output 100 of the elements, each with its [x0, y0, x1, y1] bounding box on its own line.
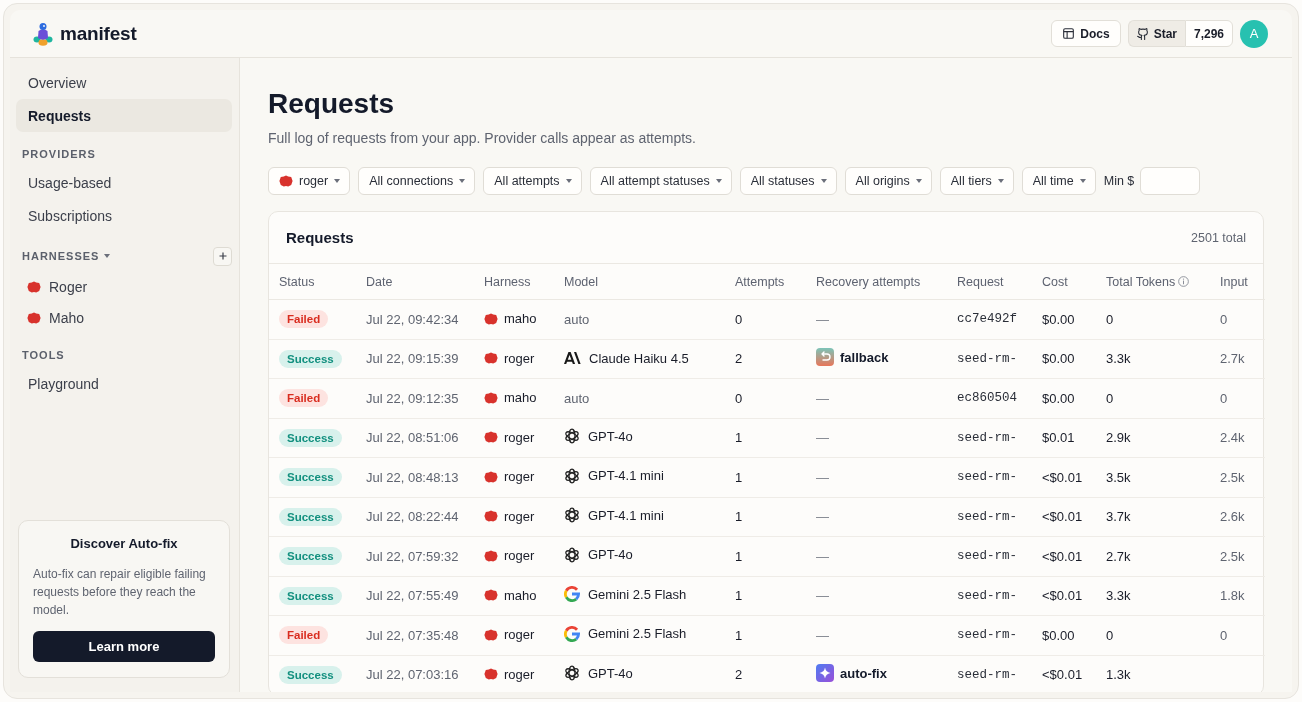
- promo-text: Auto-fix can repair eligible failing requests before they reach the model.: [33, 566, 207, 619]
- nav-item[interactable]: Usage-based: [16, 166, 232, 199]
- nav-item[interactable]: Subscriptions: [16, 199, 232, 232]
- input-tokens: 2.6k: [1210, 497, 1265, 537]
- attempt-count: 1: [725, 457, 806, 497]
- brand-name: manifest: [60, 22, 137, 45]
- filter-dropdown[interactable]: All time: [1021, 167, 1096, 195]
- column-header: Cost: [1042, 274, 1068, 289]
- column-header: Status: [279, 274, 315, 289]
- empty-dash: —: [816, 430, 829, 446]
- status-badge: Success: [279, 547, 342, 566]
- empty-dash: —: [816, 588, 829, 604]
- harness-name: roger: [504, 627, 535, 642]
- filter-dropdown[interactable]: All attempt statuses: [589, 167, 732, 195]
- section-title: PROVIDERS: [22, 148, 96, 160]
- request-date: Jul 22, 08:51:06: [356, 418, 474, 458]
- status-badge: Success: [279, 586, 342, 605]
- request-date: Jul 22, 07:35:48: [356, 615, 474, 655]
- learn-more-button[interactable]: Learn more: [33, 631, 215, 662]
- openai-icon: [564, 665, 580, 682]
- status-badge: Failed: [279, 310, 329, 329]
- column-header: Date: [366, 274, 393, 289]
- caret-icon: [334, 179, 341, 183]
- status-badge: Failed: [279, 626, 329, 645]
- nav-item[interactable]: Playground: [16, 367, 232, 400]
- nav-item[interactable]: Overview: [16, 66, 232, 99]
- caret-icon: [715, 179, 722, 183]
- cost-value: $0.01: [1032, 418, 1096, 458]
- input-tokens: 2.7k: [1210, 339, 1265, 379]
- column-header: Request: [957, 274, 1004, 289]
- cost-value: <$0.01: [1032, 457, 1096, 497]
- section-title: HARNESSES: [22, 250, 100, 262]
- min-cost-input[interactable]: [1140, 167, 1201, 195]
- model-name: Claude Haiku 4.5: [589, 350, 689, 366]
- add-harness-button[interactable]: [213, 246, 232, 266]
- nav-item[interactable]: Requests: [16, 99, 232, 132]
- google-icon: [564, 586, 580, 603]
- filter-dropdown[interactable]: All statuses: [739, 167, 837, 195]
- column-header: Input: [1220, 274, 1248, 289]
- openai-icon: [564, 546, 580, 563]
- model-name: GPT-4o: [588, 428, 633, 444]
- request-date: Jul 22, 07:59:32: [356, 536, 474, 576]
- status-badge: Success: [279, 349, 342, 368]
- input-tokens: 2.5k: [1210, 536, 1265, 576]
- openai-icon: [564, 467, 580, 484]
- input-tokens: 0: [1210, 378, 1265, 418]
- filter-dropdown[interactable]: All attempts: [483, 167, 582, 195]
- request-id: seed-rm-: [947, 339, 1032, 379]
- docs-button[interactable]: Docs: [1051, 20, 1121, 47]
- column-header: Attempts: [735, 274, 785, 289]
- star-button[interactable]: Star: [1127, 20, 1185, 47]
- filter-dropdown[interactable]: All origins: [844, 167, 932, 195]
- mascot-icon: [484, 510, 498, 522]
- model-name: GPT-4o: [588, 665, 633, 681]
- request-date: Jul 22, 08:48:13: [356, 457, 474, 497]
- filter-dropdown[interactable]: roger: [268, 167, 351, 195]
- filter-dropdown[interactable]: All tiers: [939, 167, 1014, 195]
- nav-item[interactable]: Maho: [16, 302, 232, 333]
- request-date: Jul 22, 07:03:16: [356, 655, 474, 692]
- input-tokens: 0: [1210, 615, 1265, 655]
- request-id: seed-rm-: [947, 536, 1032, 576]
- request-id: cc7e492f: [947, 299, 1032, 339]
- recovery-label: fallback: [840, 349, 889, 365]
- token-count: 2.7k: [1096, 536, 1210, 576]
- attempt-count: 1: [725, 418, 806, 458]
- token-count: 1.3k: [1096, 655, 1210, 692]
- status-badge: Success: [279, 507, 342, 526]
- section-title: TOOLS: [22, 349, 65, 361]
- caret-icon: [1079, 179, 1086, 183]
- empty-dash: —: [816, 390, 829, 406]
- model-name: auto: [564, 390, 590, 406]
- github-icon: [1136, 27, 1149, 40]
- model-name: Gemini 2.5 Flash: [588, 626, 687, 642]
- nav-item[interactable]: Roger: [16, 271, 232, 302]
- mascot-icon: [27, 311, 41, 324]
- harness-name: maho: [504, 390, 537, 405]
- page-title: Requests: [268, 87, 396, 121]
- harness-name: roger: [504, 350, 535, 366]
- token-count: 0: [1096, 299, 1210, 339]
- mascot-icon: [27, 280, 41, 293]
- cost-value: <$0.01: [1032, 536, 1096, 576]
- anthropic-icon: [564, 352, 581, 364]
- caret-icon: [997, 179, 1004, 183]
- cost-value: <$0.01: [1032, 497, 1096, 537]
- cost-value: <$0.01: [1032, 576, 1096, 616]
- filter-dropdown[interactable]: All connections: [358, 167, 476, 195]
- request-date: Jul 22, 09:15:39: [356, 339, 474, 379]
- request-date: Jul 22, 09:42:34: [356, 299, 474, 339]
- input-tokens: 0: [1210, 299, 1265, 339]
- status-badge: Success: [279, 428, 342, 447]
- model-name: auto: [564, 311, 590, 327]
- column-header: Harness: [484, 274, 531, 289]
- mascot-icon: [484, 431, 498, 443]
- google-icon: [564, 625, 580, 642]
- model-name: GPT-4.1 mini: [588, 468, 664, 484]
- card-title: Requests: [286, 229, 354, 246]
- mascot-icon: [484, 628, 498, 641]
- input-tokens: 2.4k: [1210, 418, 1265, 458]
- harness-name: roger: [504, 469, 535, 484]
- request-id: seed-rm-: [947, 655, 1032, 692]
